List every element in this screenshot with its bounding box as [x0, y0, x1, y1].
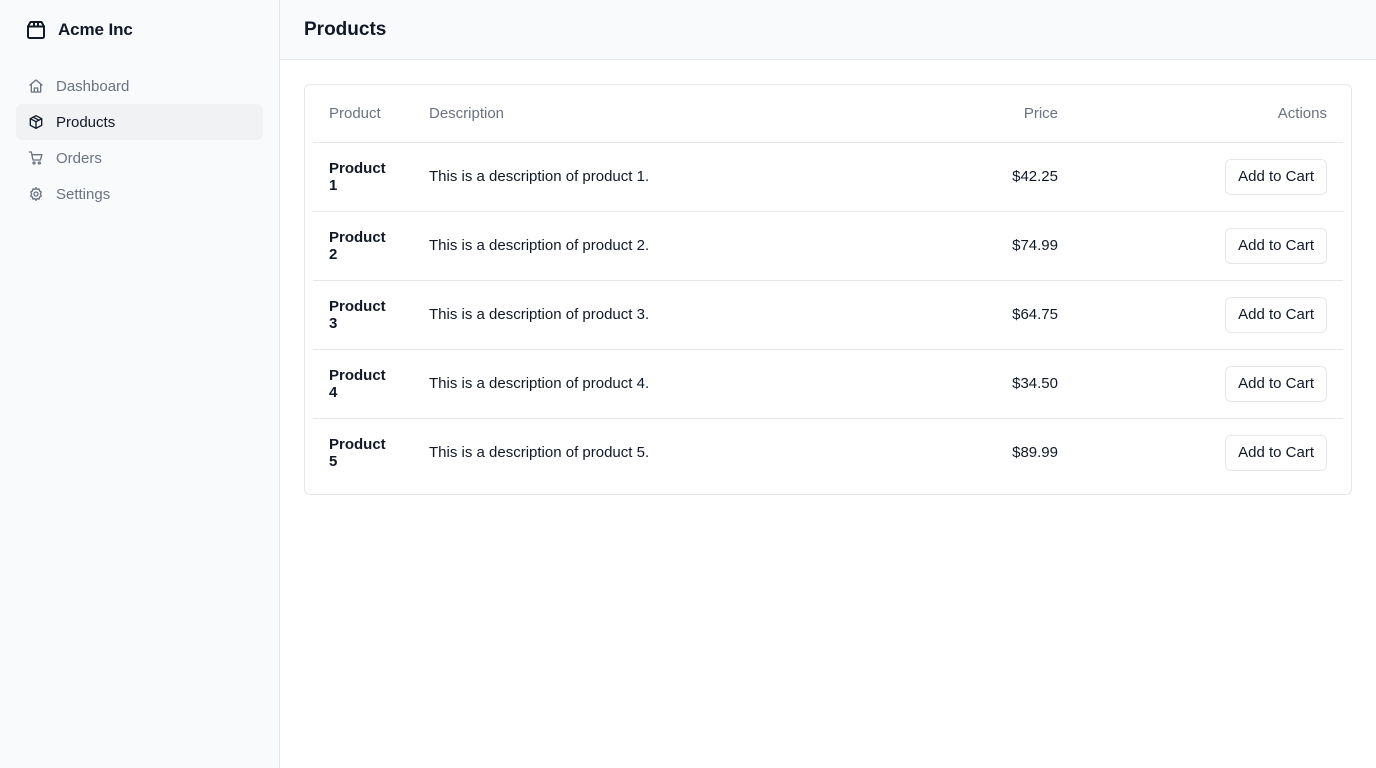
sidebar-item-settings[interactable]: Settings: [16, 176, 263, 212]
row-actions: Add to Cart: [1074, 211, 1343, 281]
main-content: Products Product Description Price Actio…: [280, 0, 1376, 768]
product-name: Product 3: [313, 280, 413, 350]
column-header-price: Price: [934, 85, 1074, 143]
product-name: Product 2: [313, 211, 413, 281]
add-to-cart-button[interactable]: Add to Cart: [1225, 227, 1327, 264]
table-row: Product 3 This is a description of produ…: [313, 280, 1343, 350]
table-row: Product 1 This is a description of produ…: [313, 142, 1343, 212]
product-description: This is a description of product 1.: [413, 142, 934, 212]
row-actions: Add to Cart: [1074, 280, 1343, 350]
table-row: Product 5 This is a description of produ…: [313, 418, 1343, 487]
sidebar-item-products[interactable]: Products: [16, 104, 263, 140]
home-icon: [28, 78, 44, 94]
product-price: $64.75: [934, 280, 1074, 350]
product-description: This is a description of product 2.: [413, 211, 934, 281]
column-header-actions: Actions: [1074, 85, 1343, 143]
table-header-row: Product Description Price Actions: [313, 85, 1343, 143]
product-price: $74.99: [934, 211, 1074, 281]
row-actions: Add to Cart: [1074, 349, 1343, 419]
brand-name: Acme Inc: [58, 20, 133, 39]
product-description: This is a description of product 4.: [413, 349, 934, 419]
brand[interactable]: Acme Inc: [24, 18, 133, 42]
product-name: Product 5: [329, 435, 386, 470]
sidebar: Acme Inc Dashboard Products Orders Setti…: [0, 0, 280, 768]
box-icon: [28, 114, 44, 130]
gear-icon: [28, 186, 44, 202]
product-price: $42.25: [934, 142, 1074, 212]
row-actions: Add to Cart: [1074, 418, 1343, 487]
product-name: Product 1: [313, 142, 413, 212]
top-bar: Products: [280, 0, 1376, 60]
app-window: Acme Inc Dashboard Products Orders Setti…: [0, 0, 1376, 768]
sidebar-item-label: Products: [56, 113, 116, 131]
sidebar-nav: Dashboard Products Orders Settings: [16, 68, 263, 212]
cart-icon: [28, 150, 44, 166]
table-row: Product 2 This is a description of produ…: [313, 211, 1343, 281]
add-to-cart-button[interactable]: Add to Cart: [1225, 434, 1327, 471]
column-header-product: Product: [313, 85, 413, 143]
package-icon: [24, 18, 48, 42]
sidebar-item-label: Dashboard: [56, 77, 130, 95]
row-actions: Add to Cart: [1074, 142, 1343, 212]
product-description: This is a description of product 3.: [413, 280, 934, 350]
column-header-description: Description: [413, 85, 934, 143]
product-name: Product 4: [313, 349, 413, 419]
product-price: $34.50: [934, 349, 1074, 419]
sidebar-item-orders[interactable]: Orders: [16, 140, 263, 176]
add-to-cart-button[interactable]: Add to Cart: [1225, 158, 1327, 195]
add-to-cart-button[interactable]: Add to Cart: [1225, 296, 1327, 333]
sidebar-item-label: Orders: [56, 149, 102, 167]
product-description: This is a description of product 5.: [429, 444, 650, 462]
page-title: Products: [304, 18, 387, 40]
sidebar-item-label: Settings: [56, 185, 111, 203]
products-card: Product Description Price Actions Produc…: [304, 84, 1352, 495]
add-to-cart-button[interactable]: Add to Cart: [1225, 365, 1327, 402]
product-price: $89.99: [1012, 444, 1058, 462]
products-table: Product Description Price Actions Produc…: [313, 85, 1343, 487]
table-row: Product 4 This is a description of produ…: [313, 349, 1343, 419]
sidebar-item-dashboard[interactable]: Dashboard: [16, 68, 263, 104]
